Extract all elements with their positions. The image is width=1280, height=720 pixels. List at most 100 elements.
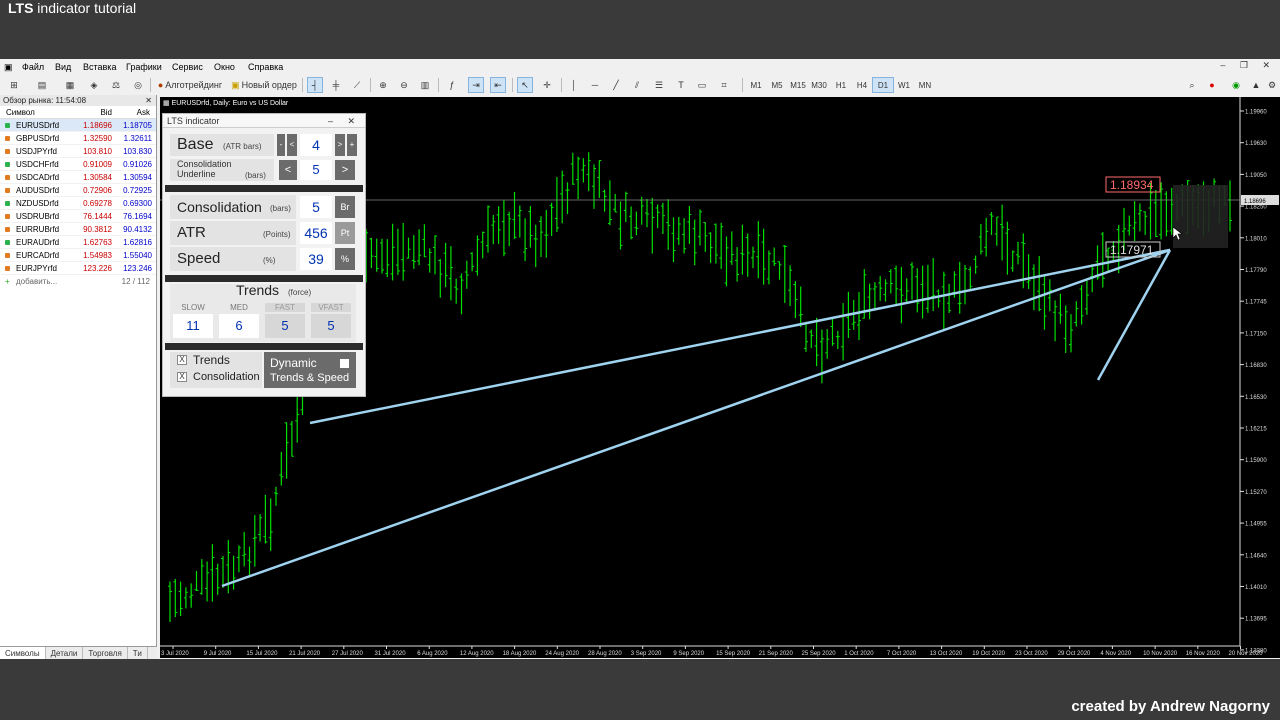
tab-symbols[interactable]: Символы [0,647,46,659]
tab-trading[interactable]: Торговля [83,647,128,659]
symbol-name: USDJPYrfd [16,147,57,156]
cons-underline-value[interactable]: 5 [300,160,332,180]
base-minus-button[interactable]: - [277,134,285,156]
candlestick-icon[interactable]: ╪ [328,77,344,93]
tf-m15[interactable]: M15 [787,77,809,93]
data-window-icon[interactable]: ⚖ [108,77,124,93]
symbol-row[interactable]: USDCHFrfd 0.91009 0.91026 [0,158,156,171]
tf-m1[interactable]: M1 [745,77,767,93]
symbol-row[interactable]: EURRUBrfd 90.3812 90.4132 [0,223,156,236]
indicators-icon[interactable]: ƒ [444,77,460,93]
base-plus-button[interactable]: + [347,134,357,156]
horizontal-line-icon[interactable]: ─ [587,77,603,93]
cons-underline-prev-button[interactable]: < [279,160,297,180]
tf-m5[interactable]: M5 [766,77,788,93]
crosshair-icon[interactable]: ✛ [539,77,555,93]
channel-icon[interactable]: ⫽ [629,77,645,93]
text-tool-icon[interactable]: T [673,77,689,93]
symbol-row[interactable]: USDRUBrfd 76.1444 76.1694 [0,210,156,223]
ask-column-header[interactable]: Ask [110,106,150,119]
zoom-in-icon[interactable]: ⊕ [375,77,391,93]
menu-view[interactable]: Вид [55,62,71,72]
cursor-icon[interactable]: ↖ [517,77,533,93]
chart-shift-icon[interactable]: ⇤ [490,77,506,93]
trendline-icon[interactable]: ╱ [608,77,624,93]
symbol-row[interactable]: USDCADrfd 1.30584 1.30594 [0,171,156,184]
menu-insert[interactable]: Вставка [83,62,116,72]
menu-service[interactable]: Сервис [172,62,203,72]
consolidation-value[interactable]: 5 [300,196,332,218]
bid-price: 0.91009 [83,160,112,169]
add-symbol-row[interactable]: + добавить... 12 / 112 [0,275,156,288]
profiles-icon[interactable]: ▤ [34,77,50,93]
minimize-close-icon[interactable]: – ✕ [328,114,361,128]
price-label: 1.17745 [1245,300,1267,306]
mdi-window-buttons[interactable]: – ❐ ✕ [1220,60,1276,71]
base-prev-button[interactable]: < [287,134,297,156]
price-chart[interactable]: ▦ EURUSDrfd, Daily: Euro vs US Dollar 1.… [160,97,1280,658]
symbol-column-header[interactable]: Символ [6,106,35,119]
tab-ticks[interactable]: Ти [128,647,148,659]
trends-checkbox[interactable]: X [177,355,187,365]
app-logo-icon[interactable]: ▣ [4,62,13,73]
tf-m30[interactable]: M30 [808,77,830,93]
symbol-row[interactable]: EURCADrfd 1.54983 1.55040 [0,249,156,262]
account-icon[interactable]: ◉ [1228,77,1244,93]
symbol-name: EURCADrfd [16,251,60,260]
menu-file[interactable]: Файл [22,62,44,72]
line-chart-icon[interactable]: ⟋ [349,77,365,93]
menu-window[interactable]: Окно [214,62,235,72]
trends-checkbox-label: Trends [193,353,230,367]
base-next-button[interactable]: > [335,134,345,156]
symbol-row[interactable]: USDJPYrfd 103.810 103.830 [0,145,156,158]
atr-points-button[interactable]: Pt [335,222,355,244]
menu-charts[interactable]: Графики [126,62,162,72]
shapes-icon[interactable]: ⌗ [716,77,732,93]
symbol-row[interactable]: EURUSDrfd 1.18696 1.18705 [0,119,156,132]
symbol-row[interactable]: AUDUSDrfd 0.72906 0.72925 [0,184,156,197]
symbol-row[interactable]: NZDUSDrfd 0.69278 0.69300 [0,197,156,210]
algo-trading-button[interactable]: ● Алготрейдинг [155,77,225,93]
speed-value[interactable]: 39 [300,248,332,270]
navigator-icon[interactable]: ◈ [86,77,102,93]
tf-mn[interactable]: MN [914,77,936,93]
tf-d1[interactable]: D1 [872,77,894,93]
notifications-icon[interactable]: ● [1204,77,1220,93]
community-icon[interactable]: ▲ [1248,77,1264,93]
symbol-row[interactable]: EURAUDrfd 1.62763 1.62816 [0,236,156,249]
zoom-out-icon[interactable]: ⊖ [396,77,412,93]
autoscroll-icon[interactable]: ⇥ [468,77,484,93]
cons-underline-next-button[interactable]: > [335,160,355,180]
vertical-line-icon[interactable]: │ [566,77,582,93]
lts-indicator-panel[interactable]: LTS indicator – ✕ Base (ATR bars) - < 4 >… [162,113,366,397]
tf-w1[interactable]: W1 [893,77,915,93]
bid-column-header[interactable]: Bid [72,106,112,119]
bar-chart-icon[interactable]: ┤ [307,77,323,93]
symbol-row[interactable]: EURJPYrfd 123.226 123.246 [0,262,156,275]
fibonacci-icon[interactable]: ☰ [651,77,667,93]
atr-value[interactable]: 456 [300,222,332,244]
label-tool-icon[interactable]: ▭ [694,77,710,93]
strategy-tester-icon[interactable]: ◎ [130,77,146,93]
consolidation-bars-button[interactable]: Br [335,196,355,218]
search-icon[interactable]: ⌕ [1184,77,1200,93]
speed-percent-button[interactable]: % [335,248,355,270]
tf-h1[interactable]: H1 [830,77,852,93]
market-watch-icon[interactable]: ▦ [62,77,78,93]
lts-panel-titlebar[interactable]: LTS indicator – ✕ [163,114,365,128]
trend-slow-label: SLOW [181,303,205,312]
base-value[interactable]: 4 [300,134,332,156]
tab-details[interactable]: Детали [46,647,84,659]
date-label: 16 Nov 2020 [1186,651,1221,657]
close-icon[interactable]: ✕ [145,95,152,106]
consolidation-checkbox[interactable]: X [177,372,187,382]
symbol-row[interactable]: GBPUSDrfd 1.32590 1.32611 [0,132,156,145]
new-chart-icon[interactable]: ⊞ [6,77,22,93]
tile-windows-icon[interactable]: ▥ [417,77,433,93]
settings-icon[interactable]: ⚙ [1264,77,1280,93]
menu-help[interactable]: Справка [248,62,283,72]
tf-h4[interactable]: H4 [851,77,873,93]
new-order-button[interactable]: ▣ Новый ордер [230,77,298,93]
menu-bar: ▣ Файл Вид Вставка Графики Сервис Окно С… [0,59,1280,75]
date-label: 31 Jul 2020 [375,651,407,657]
